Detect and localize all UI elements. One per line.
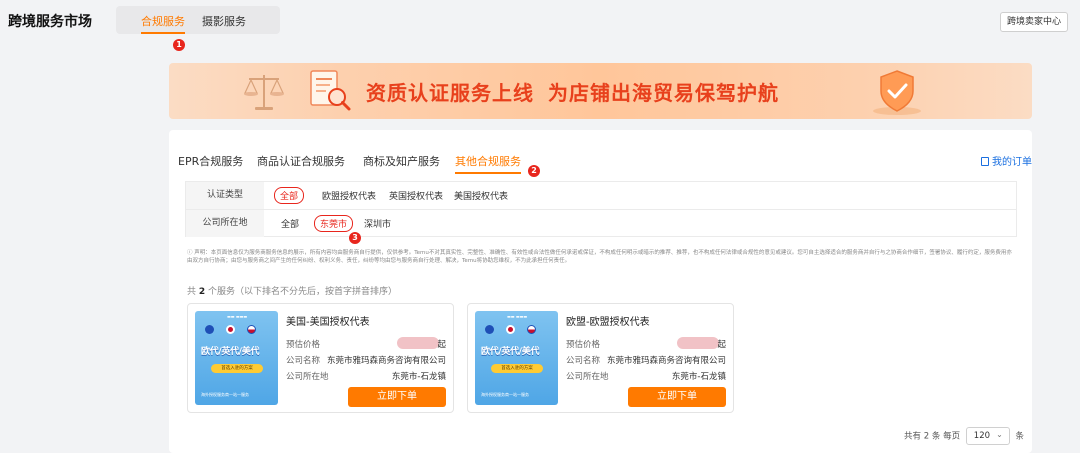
order-now-button[interactable]: 立即下单	[628, 387, 726, 407]
document-search-icon	[310, 70, 351, 111]
service-card-image: ▬▬ ▬▬▬ 欧代/英代/美代 首选入驻的方案 海外授权服务商一站一服务	[475, 311, 558, 405]
my-orders-link[interactable]: 我的订单	[981, 153, 1032, 168]
pagination: 共有 2 条 每页 120 ⌄ 条	[904, 427, 1024, 445]
result-count: 共 2 个服务（以下排名不分先后，按首字拼音排序）	[187, 284, 397, 297]
shield-check-icon	[873, 70, 921, 115]
filter-table: 认证类型 全部 欧盟授权代表 英国授权代表 美国授权代表 公司所在地 全部 东莞…	[185, 181, 1017, 237]
service-card-image-pill: 首选入驻的方案	[491, 364, 543, 373]
scale-icon	[244, 75, 284, 110]
top-bar: 跨境服务市场 合规服务 摄影服务 1 跨境卖家中心	[0, 0, 1080, 51]
service-card[interactable]: ▬▬ ▬▬▬ 欧代/英代/美代 首选入驻的方案 海外授权服务商一站一服务 美国-…	[187, 303, 454, 413]
active-category-indicator	[455, 172, 521, 174]
result-count-prefix: 共	[187, 287, 197, 297]
filter-label-certification-type: 认证类型	[186, 182, 264, 209]
flag-row	[205, 325, 268, 334]
flag-row	[485, 325, 548, 334]
banner-headline-main: 资质认证服务上线	[366, 81, 534, 105]
company-location-value: 东莞市-石龙镇	[671, 372, 726, 382]
filter-option-location-all[interactable]: 全部	[281, 217, 299, 230]
filter-option-type-us-rep[interactable]: 美国授权代表	[454, 189, 508, 202]
filter-option-location-shenzhen[interactable]: 深圳市	[364, 217, 391, 230]
pagination-unit: 条	[1015, 431, 1024, 442]
service-card-image-mark: ▬▬ ▬▬▬	[507, 314, 528, 319]
company-name-value: 东莞市雅玛森商务咨询有限公司	[606, 356, 726, 366]
category-tab-epr[interactable]: EPR合规服务	[178, 153, 243, 169]
seller-center-button[interactable]: 跨境卖家中心	[999, 12, 1068, 32]
service-card-image-pill: 首选入驻的方案	[211, 364, 263, 373]
uk-flag-icon	[506, 325, 515, 334]
pagination-total: 共有 2 条	[904, 431, 941, 442]
service-card-image-mark: ▬▬ ▬▬▬	[227, 314, 248, 319]
price-label: 预估价格	[566, 340, 601, 350]
price-value-obscured	[397, 337, 439, 349]
service-card[interactable]: ▬▬ ▬▬▬ 欧代/英代/美代 首选入驻的方案 海外授权服务商一站一服务 欧盟-…	[467, 303, 734, 413]
promo-banner[interactable]: 资质认证服务上线 为店铺出海贸易保驾护航	[169, 63, 1032, 119]
my-orders-label: 我的订单	[992, 157, 1032, 168]
service-card-title[interactable]: 欧盟-欧盟授权代表	[566, 313, 650, 328]
service-card-image-slogan: 欧代/英代/美代	[481, 347, 540, 357]
company-name-label: 公司名称	[286, 356, 321, 366]
filter-option-type-eu-rep[interactable]: 欧盟授权代表	[322, 189, 376, 202]
filter-option-location-dongguan[interactable]: 东莞市	[314, 215, 354, 232]
price-suffix: 起	[717, 340, 726, 350]
step-marker-1: 1	[173, 39, 185, 51]
disclaimer-text: ⓘ 声明：本页面信息仅为服务商服务信息的展示，所有内容均由服务商自行提供，仅供参…	[187, 250, 1012, 264]
company-name-label: 公司名称	[566, 356, 601, 366]
company-name-value: 东莞市雅玛森商务咨询有限公司	[326, 356, 446, 366]
us-flag-icon	[527, 325, 536, 334]
price-label: 预估价格	[286, 340, 321, 350]
service-card-image: ▬▬ ▬▬▬ 欧代/英代/美代 首选入驻的方案 海外授权服务商一站一服务	[195, 311, 278, 405]
eu-flag-icon	[205, 325, 214, 334]
banner-headline-sub: 为店铺出海贸易保驾护航	[548, 81, 779, 105]
price-value-obscured	[677, 337, 719, 349]
filter-label-company-location: 公司所在地	[186, 210, 264, 237]
app-title: 跨境服务市场	[8, 14, 92, 30]
result-count-suffix: 个服务（以下排名不分先后，按首字拼音排序）	[208, 287, 398, 297]
tab-photography-services[interactable]: 摄影服务	[202, 13, 246, 29]
filter-row-company-location: 公司所在地 全部 东莞市 深圳市	[186, 209, 1016, 237]
filter-option-type-uk-rep[interactable]: 英国授权代表	[389, 189, 443, 202]
pagination-per-page-label: 每页	[943, 431, 961, 442]
page-size-value: 120	[973, 431, 991, 441]
category-tab-other-compliance[interactable]: 其他合规服务	[455, 153, 521, 169]
company-location-label: 公司所在地	[286, 372, 329, 382]
banner-headline: 资质认证服务上线 为店铺出海贸易保驾护航	[366, 77, 779, 106]
filter-row-certification-type: 认证类型 全部 欧盟授权代表 英国授权代表 美国授权代表	[186, 182, 1016, 209]
company-location-value: 东莞市-石龙镇	[391, 372, 446, 382]
order-list-icon	[981, 157, 989, 166]
price-suffix: 起	[437, 340, 446, 350]
order-now-button[interactable]: 立即下单	[348, 387, 446, 407]
service-card-image-footer: 海外授权服务商一站一服务	[481, 392, 529, 397]
service-card-title[interactable]: 美国-美国授权代表	[286, 313, 370, 328]
result-count-number: 2	[198, 287, 206, 297]
step-marker-2: 2	[528, 165, 540, 177]
company-location-label: 公司所在地	[566, 372, 609, 382]
page-size-select[interactable]: 120 ⌄	[965, 427, 1010, 445]
filter-option-type-all[interactable]: 全部	[274, 187, 305, 204]
category-tab-trademark-ip[interactable]: 商标及知产服务	[363, 153, 440, 169]
chevron-down-icon: ⌄	[996, 430, 1003, 439]
service-card-image-footer: 海外授权服务商一站一服务	[201, 392, 249, 397]
category-tab-product-certification[interactable]: 商品认证合规服务	[257, 153, 345, 169]
service-panel: EPR合规服务 商品认证合规服务 商标及知产服务 其他合规服务 2 我的订单 认…	[169, 130, 1032, 453]
step-marker-3: 3	[349, 232, 361, 244]
eu-flag-icon	[485, 325, 494, 334]
service-card-image-slogan: 欧代/英代/美代	[201, 347, 260, 357]
active-tab-indicator	[141, 32, 185, 34]
service-nav: 合规服务 摄影服务	[116, 6, 280, 34]
us-flag-icon	[247, 325, 256, 334]
tab-compliance-services[interactable]: 合规服务	[141, 13, 185, 29]
uk-flag-icon	[226, 325, 235, 334]
